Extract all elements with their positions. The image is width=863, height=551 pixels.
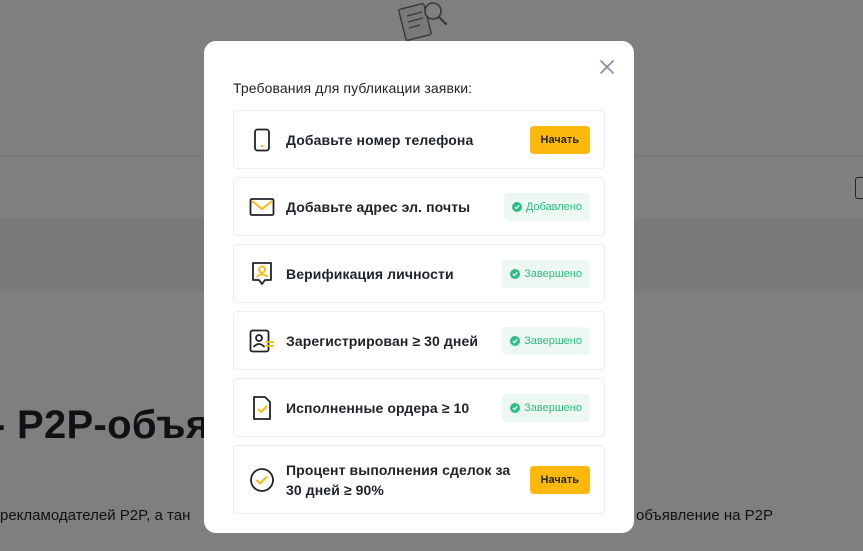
close-icon [600,60,614,74]
status-badge: Завершено [502,393,590,422]
requirement-identity: Верификация личности Завершено [233,244,605,303]
check-circle-icon [248,466,276,494]
requirement-label: Процент выполнения сделок за 30 дней ≥ 9… [286,461,511,498]
requirement-completed-orders: Исполненные ордера ≥ 10 Завершено [233,378,605,437]
requirement-label: Исполненные ордера ≥ 10 [286,399,470,416]
phone-icon [248,126,276,154]
status-text: Добавлено [525,200,582,213]
check-icon [510,268,521,279]
requirements-list: Добавьте номер телефона Начать Добавьте … [233,110,605,514]
registered-user-icon [248,327,276,355]
requirement-label: Верификация личности [286,265,454,282]
check-icon [510,402,521,413]
status-badge: Завершено [502,259,590,288]
requirements-modal: Требования для публикации заявки: Добавь… [204,41,634,533]
completed-orders-icon [248,394,276,422]
check-icon [511,201,522,212]
requirement-completion-rate: Процент выполнения сделок за 30 дней ≥ 9… [233,445,605,514]
status-badge: Завершено [502,326,590,355]
requirement-phone: Добавьте номер телефона Начать [233,110,605,169]
requirement-email: Добавьте адрес эл. почты Добавлено [233,177,605,236]
requirement-label: Зарегистрирован ≥ 30 дней [286,332,479,349]
close-button[interactable] [598,58,616,76]
requirement-label: Добавьте адрес эл. почты [286,198,471,215]
status-text: Завершено [524,267,582,280]
status-text: Завершено [524,401,582,414]
modal-title: Требования для публикации заявки: [233,80,473,96]
status-text: Завершено [524,334,582,347]
requirement-label: Добавьте номер телефона [286,131,474,148]
identity-verification-icon [248,260,276,288]
status-badge: Добавлено [503,192,590,221]
mail-icon [248,193,276,221]
requirement-registered-days: Зарегистрирован ≥ 30 дней Завершено [233,311,605,370]
start-completion-rate-button[interactable]: Начать [529,465,590,494]
check-icon [510,335,521,346]
start-phone-button[interactable]: Начать [529,125,590,154]
